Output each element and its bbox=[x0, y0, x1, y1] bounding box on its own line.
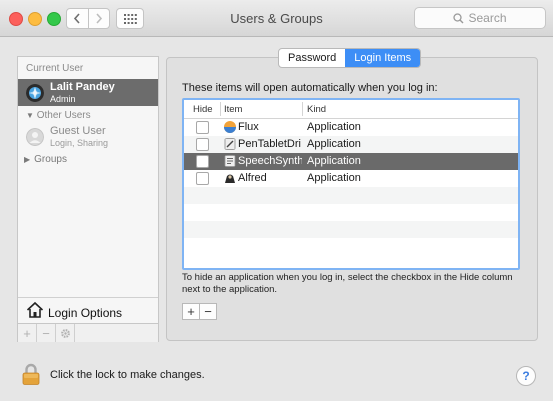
table-header: Hide Item Kind bbox=[184, 100, 518, 119]
lock-icon[interactable] bbox=[22, 363, 40, 385]
add-user-button[interactable]: + bbox=[18, 324, 37, 342]
login-options-button[interactable]: Login Options bbox=[18, 297, 158, 324]
disclosure-closed-icon: ▶ bbox=[24, 155, 31, 164]
sidebar-item-groups[interactable]: ▶ Groups bbox=[24, 154, 67, 165]
guest-user-detail: Login, Sharing bbox=[50, 138, 109, 148]
lock-message: Click the lock to make changes. bbox=[50, 369, 205, 381]
alfred-icon bbox=[225, 174, 235, 183]
item-name: Flux bbox=[238, 121, 259, 133]
search-field[interactable]: Search bbox=[414, 7, 546, 29]
groups-label: Groups bbox=[34, 154, 67, 165]
gear-icon bbox=[60, 328, 70, 338]
search-icon bbox=[453, 12, 464, 23]
remove-login-item-button[interactable]: − bbox=[200, 303, 217, 320]
column-header-kind[interactable]: Kind bbox=[307, 104, 326, 115]
disclosure-open-icon[interactable]: ▼ bbox=[26, 111, 34, 120]
column-divider bbox=[302, 102, 303, 116]
speechsynth-icon bbox=[224, 155, 236, 167]
add-remove-controls: + − bbox=[182, 303, 217, 320]
current-user-role: Admin bbox=[50, 94, 76, 104]
sidebar-item-current-user[interactable]: Lalit Pandey Admin bbox=[18, 79, 158, 106]
table-row[interactable]: Alfred Application bbox=[184, 170, 518, 187]
hide-hint-text: To hide an application when you log in, … bbox=[182, 272, 513, 295]
guest-user-name: Guest User bbox=[50, 125, 106, 137]
hide-checkbox[interactable] bbox=[196, 155, 209, 168]
item-kind: Application bbox=[307, 155, 361, 167]
table-row[interactable]: Flux Application bbox=[184, 119, 518, 136]
avatar bbox=[26, 84, 44, 102]
item-name: Alfred bbox=[238, 172, 267, 184]
sidebar-item-guest-user[interactable]: Guest User Login, Sharing bbox=[18, 123, 158, 151]
search-placeholder: Search bbox=[468, 11, 507, 25]
table-row-empty bbox=[184, 187, 518, 204]
hide-checkbox[interactable] bbox=[196, 121, 209, 134]
sidebar-footer: + − bbox=[18, 323, 158, 342]
title-bar: Users & Groups Search bbox=[0, 0, 553, 37]
add-login-item-button[interactable]: + bbox=[182, 303, 200, 320]
guest-avatar-icon bbox=[26, 128, 44, 146]
column-header-item[interactable]: Item bbox=[224, 104, 242, 115]
flux-icon bbox=[224, 121, 236, 133]
column-divider bbox=[220, 102, 221, 116]
column-header-hide[interactable]: Hide bbox=[193, 104, 213, 115]
pentablet-icon bbox=[224, 138, 236, 150]
hide-checkbox[interactable] bbox=[196, 138, 209, 151]
item-name: SpeechSynth bbox=[238, 155, 302, 167]
users-sidebar: Current User Lalit Pandey Admin ▼ Other … bbox=[17, 56, 159, 342]
tab-switcher: Password Login Items bbox=[278, 48, 422, 68]
table-row-empty bbox=[184, 238, 518, 255]
help-button[interactable]: ? bbox=[516, 366, 536, 386]
tab-password[interactable]: Password bbox=[279, 49, 345, 67]
table-row-empty bbox=[184, 221, 518, 238]
other-users-header: ▼ Other Users bbox=[26, 110, 91, 121]
login-items-table[interactable]: Hide Item Kind Flux Application PenTable… bbox=[182, 98, 520, 270]
tab-login-items[interactable]: Login Items bbox=[345, 49, 421, 67]
table-row[interactable]: SpeechSynth Application bbox=[184, 153, 518, 170]
login-options-label: Login Options bbox=[48, 306, 123, 320]
table-row-empty bbox=[184, 204, 518, 221]
house-icon bbox=[26, 301, 44, 318]
item-kind: Application bbox=[307, 121, 361, 133]
hide-checkbox[interactable] bbox=[196, 172, 209, 185]
login-items-intro: These items will open automatically when… bbox=[182, 82, 438, 94]
current-user-name: Lalit Pandey bbox=[50, 81, 115, 93]
current-user-header: Current User bbox=[26, 63, 84, 74]
item-name: PenTabletDri bbox=[238, 138, 301, 150]
table-row[interactable]: PenTabletDri Application bbox=[184, 136, 518, 153]
gear-action-button[interactable] bbox=[56, 324, 75, 342]
item-kind: Application bbox=[307, 138, 361, 150]
item-kind: Application bbox=[307, 172, 361, 184]
remove-user-button[interactable]: − bbox=[37, 324, 56, 342]
